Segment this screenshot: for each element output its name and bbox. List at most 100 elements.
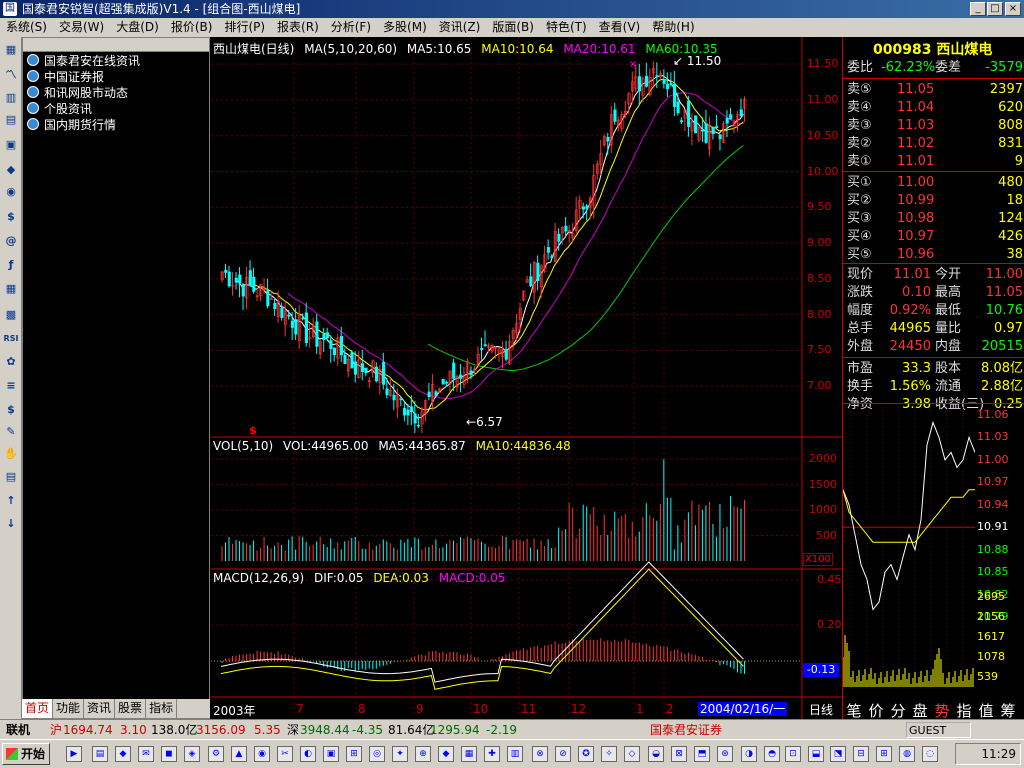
taskbar-icon[interactable]: ✂: [277, 746, 293, 762]
quote-tab-3[interactable]: 盘: [909, 700, 931, 721]
quote-tab-7[interactable]: 筹: [997, 700, 1019, 721]
toolbar-icon-4[interactable]: ▣: [3, 137, 19, 153]
taskbar-icon[interactable]: ▦: [461, 746, 477, 762]
taskbar-icon[interactable]: ⊟: [853, 746, 869, 762]
taskbar-icon[interactable]: ◑: [741, 746, 757, 762]
quote-tab-5[interactable]: 指: [953, 700, 975, 721]
toolbar-icon-14[interactable]: ≡: [3, 378, 19, 394]
taskbar-icon[interactable]: ✪: [578, 746, 594, 762]
toolbar-icon-20[interactable]: ↓: [3, 516, 19, 532]
taskbar-icon[interactable]: ◍: [899, 746, 915, 762]
news-item[interactable]: 个股资讯: [27, 101, 92, 117]
toolbar-icon-19[interactable]: ↑: [3, 493, 19, 509]
menu-item-10[interactable]: 特色(T): [540, 18, 593, 37]
news-item[interactable]: 国泰君安在线资讯: [27, 53, 140, 69]
buy-row[interactable]: 买④ 10.97 426: [847, 228, 1023, 246]
taskbar-icon[interactable]: ◒: [648, 746, 664, 762]
taskbar-icon[interactable]: ✦: [392, 746, 408, 762]
intraday-chart[interactable]: [843, 407, 975, 690]
taskbar-icon[interactable]: ◓: [764, 746, 780, 762]
taskbar-icon[interactable]: ◆: [115, 746, 131, 762]
taskbar-icon[interactable]: ◼: [161, 746, 177, 762]
start-button[interactable]: 开始: [2, 743, 50, 765]
taskbar-icon[interactable]: ◐: [300, 746, 316, 762]
chart-area[interactable]: × 西山煤电(日线) MA(5,10,20,60) MA5:10.65 MA10…: [211, 37, 842, 719]
toolbar-icon-13[interactable]: ✿: [3, 354, 19, 370]
quote-tab-6[interactable]: 值: [975, 700, 997, 721]
panel-tab-4[interactable]: 指标: [146, 699, 178, 718]
taskbar-icon[interactable]: ⊞: [346, 746, 362, 762]
taskbar-icon[interactable]: ✚: [484, 746, 500, 762]
toolbar-icon-15[interactable]: $: [3, 402, 19, 418]
menu-item-4[interactable]: 排行(P): [218, 18, 271, 37]
toolbar-icon-2[interactable]: ▥: [3, 90, 19, 106]
toolbar-icon-3[interactable]: ▤: [3, 112, 19, 128]
taskbar-icon[interactable]: ⊛: [717, 746, 733, 762]
toolbar-icon-0[interactable]: ▦: [3, 42, 19, 58]
minimize-button[interactable]: _: [970, 2, 986, 16]
sell-row[interactable]: 卖② 11.02 831: [847, 135, 1023, 153]
menu-item-9[interactable]: 版面(B): [486, 18, 540, 37]
toolbar-icon-11[interactable]: ▩: [3, 307, 19, 323]
toolbar-icon-5[interactable]: ◆: [3, 162, 19, 178]
toolbar-icon-16[interactable]: ✎: [3, 424, 19, 440]
taskbar-icon[interactable]: ⬔: [830, 746, 846, 762]
taskbar-icon[interactable]: ▣: [323, 746, 339, 762]
news-item[interactable]: 中国证券报: [27, 69, 104, 85]
taskbar-icon[interactable]: ⊡: [785, 746, 801, 762]
taskbar-icon[interactable]: ▤: [92, 746, 108, 762]
sell-row[interactable]: 卖③ 11.03 808: [847, 117, 1023, 135]
maximize-button[interactable]: □: [987, 2, 1003, 16]
taskbar-icon[interactable]: ⬓: [808, 746, 824, 762]
menu-item-8[interactable]: 资讯(Z): [433, 18, 487, 37]
toolbar-icon-12[interactable]: RSI: [3, 331, 19, 347]
taskbar-icon[interactable]: ⬒: [694, 746, 710, 762]
buy-row[interactable]: 买① 11.00 480: [847, 174, 1023, 192]
panel-tab-2[interactable]: 资讯: [84, 699, 116, 718]
menu-item-7[interactable]: 多股(M): [377, 18, 433, 37]
period-label[interactable]: 日线: [809, 701, 833, 718]
buy-row[interactable]: 买⑤ 10.96 38: [847, 246, 1023, 264]
toolbar-icon-8[interactable]: @: [3, 233, 19, 249]
toolbar-icon-9[interactable]: ƒ: [3, 257, 19, 273]
toolbar-icon-1[interactable]: 〽: [3, 67, 19, 83]
taskbar-icon[interactable]: ⊘: [555, 746, 571, 762]
menu-item-0[interactable]: 系统(S): [0, 18, 53, 37]
sell-row[interactable]: 卖⑤ 11.05 2397: [847, 81, 1023, 99]
menu-item-2[interactable]: 大盘(D): [110, 18, 165, 37]
menu-item-5[interactable]: 报表(R): [271, 18, 325, 37]
quote-tab-4[interactable]: 势: [931, 700, 953, 721]
taskbar-icon[interactable]: ✉: [138, 746, 154, 762]
panel-tab-3[interactable]: 股票: [115, 699, 147, 718]
menu-item-6[interactable]: 分析(F): [325, 18, 377, 37]
quote-tab-1[interactable]: 价: [865, 700, 887, 721]
sell-row[interactable]: 卖④ 11.04 620: [847, 99, 1023, 117]
sell-row[interactable]: 卖① 11.01 9: [847, 153, 1023, 171]
taskbar-icon[interactable]: ◌: [922, 746, 938, 762]
close-button[interactable]: ×: [1005, 2, 1021, 16]
taskbar-icon[interactable]: ✧: [601, 746, 617, 762]
panel-tab-0[interactable]: 首页: [22, 699, 54, 718]
taskbar-icon[interactable]: ⊞: [876, 746, 892, 762]
taskbar-icon[interactable]: ⊕: [415, 746, 431, 762]
menu-item-3[interactable]: 报价(B): [165, 18, 219, 37]
news-item[interactable]: 国内期货行情: [27, 117, 116, 133]
quote-tab-2[interactable]: 分: [887, 700, 909, 721]
taskbar-icon[interactable]: ◎: [369, 746, 385, 762]
taskbar-icon[interactable]: ◉: [254, 746, 270, 762]
taskbar-icon[interactable]: ⊗: [532, 746, 548, 762]
taskbar-icon[interactable]: ◇: [624, 746, 640, 762]
menu-item-11[interactable]: 查看(V): [593, 18, 647, 37]
toolbar-icon-18[interactable]: ▤: [3, 469, 19, 485]
kline-chart-svg[interactable]: ×: [211, 37, 842, 719]
buy-row[interactable]: 买③ 10.98 124: [847, 210, 1023, 228]
toolbar-icon-7[interactable]: $: [3, 209, 19, 225]
menu-item-12[interactable]: 帮助(H): [646, 18, 700, 37]
taskbar-icon[interactable]: ▲: [231, 746, 247, 762]
toolbar-icon-6[interactable]: ◉: [3, 184, 19, 200]
quote-tab-0[interactable]: 笔: [843, 700, 865, 721]
taskbar-icon[interactable]: ⚙: [208, 746, 224, 762]
panel-tab-1[interactable]: 功能: [53, 699, 85, 718]
buy-row[interactable]: 买② 10.99 18: [847, 192, 1023, 210]
toolbar-icon-17[interactable]: ✋: [3, 446, 19, 462]
